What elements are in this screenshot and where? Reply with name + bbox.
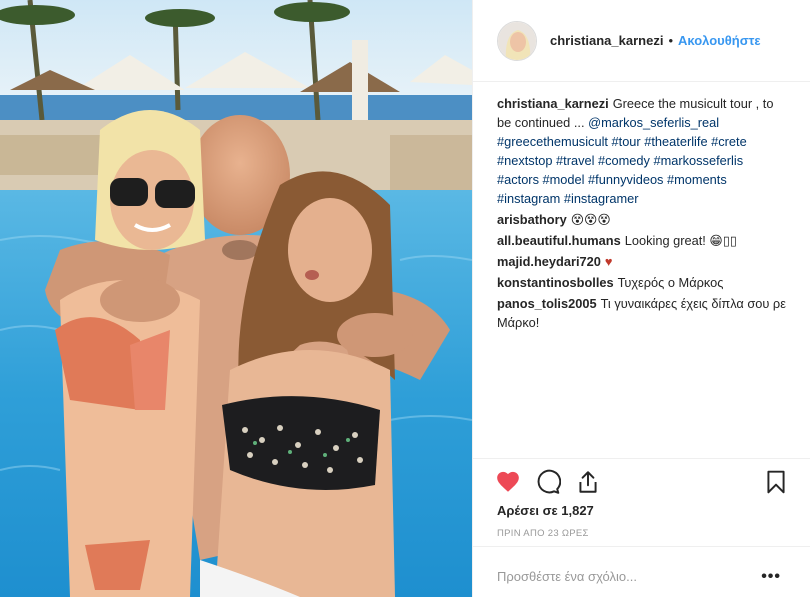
separator-dot: • bbox=[668, 33, 674, 48]
likes-count[interactable]: Αρέσει σε 1,827 bbox=[497, 503, 594, 518]
comment-text: ♥ bbox=[604, 254, 613, 269]
share-icon[interactable] bbox=[575, 469, 601, 495]
follow-button[interactable]: Ακολουθήστε bbox=[678, 33, 761, 48]
list-item: konstantinosbolles Τυχερός ο Μάρκος bbox=[497, 273, 787, 292]
comment-username[interactable]: majid.heydari720 bbox=[497, 254, 601, 269]
post-details-panel: christiana_karnezi • Ακολουθήστε christi… bbox=[472, 0, 810, 597]
more-options-icon[interactable]: ••• bbox=[761, 568, 781, 586]
comment-icon[interactable] bbox=[535, 469, 561, 495]
comment-text: Τυχερός ο Μάρκος bbox=[617, 275, 724, 290]
list-item: arisbathory 😵😵😵 bbox=[497, 210, 787, 229]
caption: christiana_karnezi Greece the musicult to… bbox=[497, 94, 787, 208]
hashtags[interactable]: #greecethemusicult #tour #theaterlife #c… bbox=[497, 134, 747, 206]
list-item: all.beautiful.humans Looking great! 😁▯▯ bbox=[497, 231, 787, 250]
comments-list: christiana_karnezi Greece the musicult to… bbox=[497, 94, 787, 334]
comment-username[interactable]: panos_tolis2005 bbox=[497, 296, 597, 311]
heart-icon[interactable] bbox=[495, 469, 521, 495]
list-item: panos_tolis2005 Τι γυναικάρες έχεις δίπλα… bbox=[497, 294, 787, 332]
list-item: majid.heydari720 ♥ bbox=[497, 252, 787, 271]
mention-link[interactable]: @markos_seferlis_real bbox=[588, 115, 719, 130]
comment-username[interactable]: christiana_karnezi bbox=[497, 96, 609, 111]
comment-text: 😵😵😵 bbox=[570, 212, 611, 227]
bookmark-icon[interactable] bbox=[763, 469, 789, 495]
add-comment-input[interactable]: Προσθέστε ένα σχόλιο... bbox=[497, 569, 637, 584]
post-timestamp[interactable]: ΠΡΙΝ ΑΠΟ 23 ΩΡΕΣ bbox=[497, 528, 589, 539]
comment-username[interactable]: arisbathory bbox=[497, 212, 567, 227]
add-comment-bar: Προσθέστε ένα σχόλιο... ••• bbox=[473, 546, 810, 597]
comment-username[interactable]: konstantinosbolles bbox=[497, 275, 614, 290]
avatar[interactable] bbox=[497, 20, 537, 61]
post-photo[interactable] bbox=[0, 0, 472, 597]
comment-text: Looking great! 😁▯▯ bbox=[624, 233, 737, 248]
action-bar bbox=[473, 458, 810, 506]
comment-username[interactable]: all.beautiful.humans bbox=[497, 233, 621, 248]
author-username[interactable]: christiana_karnezi bbox=[550, 33, 663, 48]
post-header: christiana_karnezi • Ακολουθήστε bbox=[473, 0, 810, 82]
photo-illustration bbox=[0, 0, 472, 597]
